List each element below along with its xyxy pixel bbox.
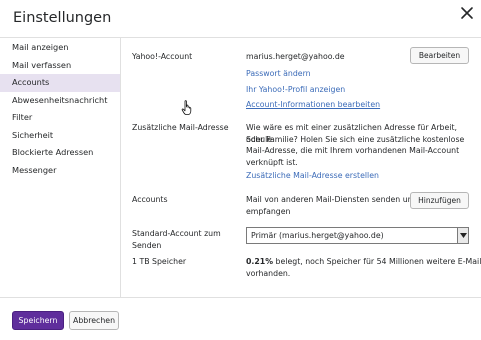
sidebar-item-accounts[interactable]: Accounts	[0, 74, 120, 92]
storage-label: 1 TB Speicher	[132, 257, 187, 266]
storage-usage-percent: 0.21%	[246, 257, 274, 266]
create-additional-address-link[interactable]: Zusätzliche Mail-Adresse erstellen	[246, 170, 379, 182]
view-profile-link[interactable]: Ihr Yahoo!-Profil anzeigen	[246, 84, 345, 96]
sidebar-item-abwesenheitsnachricht[interactable]: Abwesenheitsnachricht	[0, 92, 120, 110]
sidebar-item-filter[interactable]: Filter	[0, 109, 120, 127]
sidebar-item-mail-anzeigen[interactable]: Mail anzeigen	[0, 39, 120, 57]
accounts-description-line-1: Mail von anderen Mail-Diensten senden un…	[246, 195, 418, 204]
storage-usage-text: belegt, noch Speicher für 54 Millionen w…	[273, 257, 481, 266]
account-email: marius.herget@yahoo.de	[246, 52, 345, 61]
add-account-button[interactable]: Hinzufügen	[410, 192, 469, 209]
cancel-button[interactable]: Abbrechen	[69, 311, 119, 330]
dialog-title: Einstellungen	[13, 10, 112, 26]
edit-account-button[interactable]: Bearbeiten	[410, 47, 469, 64]
sidebar-item-mail-verfassen[interactable]: Mail verfassen	[0, 57, 120, 75]
close-icon[interactable]	[460, 6, 474, 20]
additional-address-line-3: Mail-Adresse, die mit Ihrem vorhandenen …	[246, 146, 460, 155]
hand-cursor-icon	[181, 100, 192, 115]
edit-account-info-link[interactable]: Account-Informationen bearbeiten	[246, 99, 380, 111]
change-password-link[interactable]: Passwort ändern	[246, 68, 311, 80]
additional-address-line-2: oder Familie? Holen Sie sich eine zusätz…	[246, 134, 465, 144]
settings-sidebar: Mail anzeigen Mail verfassen Accounts Ab…	[0, 38, 120, 179]
storage-usage-line-1: 0.21% belegt, noch Speicher für 54 Milli…	[246, 256, 481, 268]
accounts-label: Accounts	[132, 195, 168, 204]
additional-address-label: Zusätzliche Mail-Adresse	[132, 123, 229, 132]
default-account-label-line-1: Standard-Account zum	[132, 229, 221, 238]
sidebar-item-messenger[interactable]: Messenger	[0, 162, 120, 180]
sidebar-item-sicherheit[interactable]: Sicherheit	[0, 127, 120, 145]
accounts-panel: Yahoo!-Account marius.herget@yahoo.de Be…	[120, 38, 481, 297]
yahoo-account-label: Yahoo!-Account	[132, 52, 193, 61]
save-button[interactable]: Speichern	[12, 311, 64, 330]
dropdown-arrow-icon[interactable]	[457, 228, 468, 243]
default-account-select[interactable]: Primär (marius.herget@yahoo.de)	[246, 227, 469, 244]
footer-divider	[0, 297, 481, 298]
accounts-description-line-2: empfangen	[246, 206, 291, 216]
sidebar-item-blockierte-adressen[interactable]: Blockierte Adressen	[0, 144, 120, 162]
storage-usage-line-2: vorhanden.	[246, 268, 291, 278]
default-account-label-line-2: Senden	[132, 240, 162, 250]
additional-address-line-4: verknüpft ist.	[246, 157, 298, 167]
default-account-selected-value: Primär (marius.herget@yahoo.de)	[251, 231, 384, 240]
